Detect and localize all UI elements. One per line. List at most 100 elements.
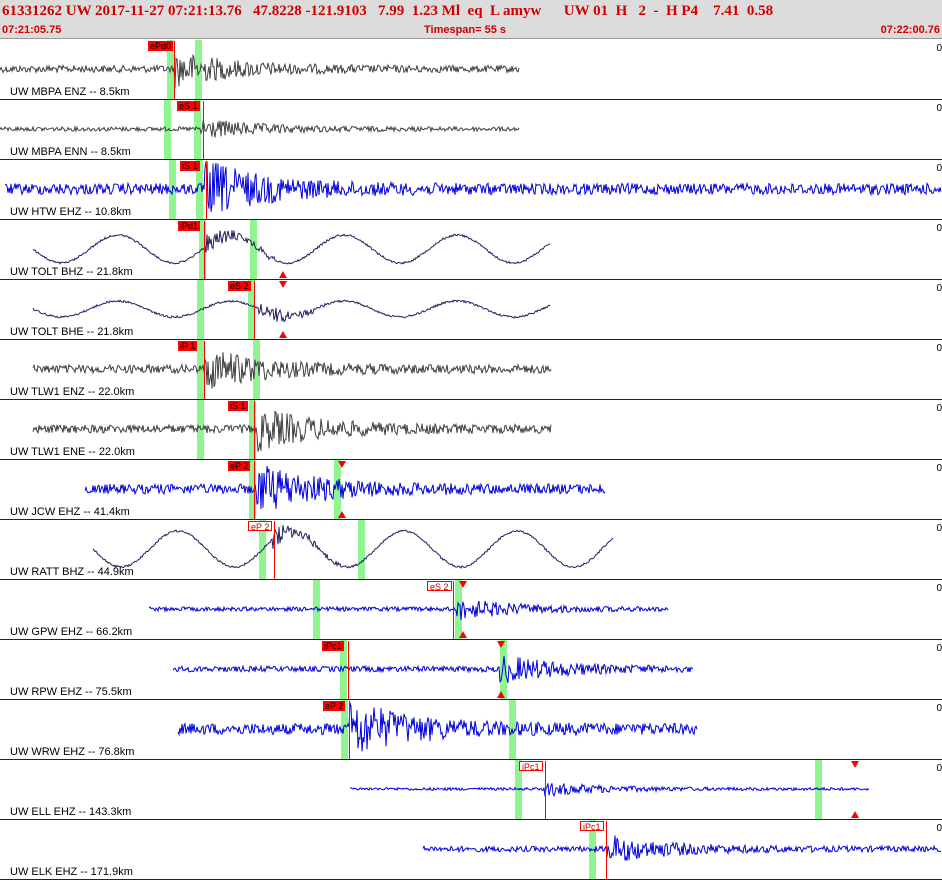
waveform-line	[92, 525, 614, 569]
trace-panel[interactable]: iS 1 UW TLW1 ENE -- 22.0km 0	[0, 400, 942, 460]
waveform-line	[84, 466, 606, 510]
waveform-line	[0, 54, 520, 88]
phase-pick-line	[348, 641, 349, 699]
channel-label: UW HTW EHZ -- 10.8km	[10, 206, 131, 218]
amp-marker-up-icon	[459, 631, 467, 638]
phase-pick-line	[254, 281, 255, 339]
phase-pick-label[interactable]: eS 2	[228, 281, 251, 291]
scale-tick-label: 0	[936, 523, 942, 534]
phase-pick-line	[545, 761, 546, 819]
channel-label: UW TOLT BHE -- 21.8km	[10, 326, 134, 338]
trace-panel[interactable]: eP 2 UW WRW EHZ -- 76.8km 0	[0, 700, 942, 760]
scale-tick-label: 0	[936, 643, 942, 654]
scale-tick-label: 0	[936, 403, 942, 414]
waveform-trace	[148, 600, 669, 620]
timespan: Timespan= 55 s	[424, 24, 507, 36]
phase-pick-label[interactable]: iPd1	[178, 221, 201, 231]
channel-label: UW JCW EHZ -- 41.4km	[10, 506, 130, 518]
scale-tick-label: 0	[936, 703, 942, 714]
phase-pick-line	[606, 821, 607, 879]
amp-marker-up-icon	[279, 331, 287, 338]
waveform-line	[422, 835, 942, 861]
phase-pick-label[interactable]: iPc1	[519, 761, 543, 772]
channel-label: UW ELL EHZ -- 143.3km	[10, 806, 132, 818]
amp-marker-up-icon	[497, 691, 505, 698]
phase-pick-label[interactable]: eP 2	[228, 461, 251, 471]
amp-marker-down-icon	[459, 581, 467, 588]
trace-panel[interactable]: iPc1 UW RPW EHZ -- 75.5km 0	[0, 640, 942, 700]
event-summary: 61331262 UW 2017-11-27 07:21:13.76 47.82…	[2, 3, 774, 19]
scale-tick-label: 0	[936, 163, 942, 174]
waveform-trace	[0, 120, 520, 138]
phase-pick-label[interactable]: eP 2	[323, 701, 346, 711]
phase-pick-label[interactable]: iPc1	[322, 641, 344, 651]
scale-tick-label: 0	[936, 283, 942, 294]
amp-marker-up-icon	[338, 511, 346, 518]
phase-pick-label[interactable]: iS 1	[228, 401, 248, 411]
waveform-trace	[177, 702, 698, 752]
scale-tick-label: 0	[936, 823, 942, 834]
amp-marker-up-icon	[851, 811, 859, 818]
scale-tick-label: 0	[936, 763, 942, 774]
amp-marker-down-icon	[279, 281, 287, 288]
channel-label: UW RPW EHZ -- 75.5km	[10, 686, 132, 698]
waveform-trace	[4, 161, 942, 212]
trace-panel[interactable]: eS 1 UW MBPA ENN -- 8.5km 0	[0, 100, 942, 160]
waveform-trace	[32, 352, 552, 389]
waveform-line	[0, 120, 520, 138]
phase-pick-line	[174, 41, 175, 99]
channel-label: UW TLW1 ENZ -- 22.0km	[10, 386, 135, 398]
amp-marker-up-icon	[279, 271, 287, 278]
phase-pick-label[interactable]: iP 1	[178, 341, 198, 351]
waveform-line	[32, 230, 551, 265]
trace-panel[interactable]: iPc1 UW ELK EHZ -- 171.9km 0	[0, 820, 942, 880]
phase-pick-label[interactable]: eP 2	[248, 521, 273, 532]
waveform-trace	[32, 230, 551, 265]
event-header: 61331262 UW 2017-11-27 07:21:13.76 47.82…	[0, 0, 942, 39]
trace-panel[interactable]: iP 1 UW TLW1 ENZ -- 22.0km 0	[0, 340, 942, 400]
waveform-trace	[32, 410, 552, 452]
phase-pick-label[interactable]: ePd0	[148, 41, 174, 51]
channel-label: UW GPW EHZ -- 66.2km	[10, 626, 133, 638]
waveform-trace	[349, 782, 870, 798]
waveform-line	[177, 702, 698, 752]
waveform-line	[172, 656, 694, 684]
waveform-line	[148, 600, 669, 620]
trace-panel[interactable]: iPd1 UW TOLT BHZ -- 21.8km 0	[0, 220, 942, 280]
waveform-trace	[0, 54, 520, 88]
channel-label: UW RATT BHZ -- 44.9km	[10, 566, 134, 578]
trace-panel[interactable]: eP 2 UW JCW EHZ -- 41.4km 0	[0, 460, 942, 520]
trace-panel[interactable]: ePd0 UW MBPA ENZ -- 8.5km 0	[0, 40, 942, 100]
channel-label: UW ELK EHZ -- 171.9km	[10, 866, 133, 878]
phase-pick-line	[206, 161, 207, 219]
waveform-line	[32, 352, 552, 389]
phase-pick-line	[204, 341, 205, 399]
amp-marker-down-icon	[338, 461, 346, 468]
waveform-line	[32, 299, 551, 323]
trace-panel[interactable]: iPc1 UW ELL EHZ -- 143.3km 0	[0, 760, 942, 820]
phase-pick-line	[349, 701, 350, 759]
scale-tick-label: 0	[936, 223, 942, 234]
amp-marker-down-icon	[497, 641, 505, 648]
channel-label: UW WRW EHZ -- 76.8km	[10, 746, 135, 758]
phase-pick-label[interactable]: iPc1	[580, 821, 604, 832]
phase-pick-line	[254, 461, 255, 519]
phase-pick-line	[453, 581, 454, 639]
phase-pick-label[interactable]: eS 1	[177, 101, 200, 111]
phase-pick-line	[254, 401, 255, 459]
trace-panel[interactable]: eS 2 UW GPW EHZ -- 66.2km 0	[0, 580, 942, 640]
phase-pick-line	[274, 521, 275, 579]
phase-pick-label[interactable]: eS 2	[427, 581, 452, 592]
channel-label: UW TOLT BHZ -- 21.8km	[10, 266, 133, 278]
trace-panel[interactable]: eP 2 UW RATT BHZ -- 44.9km 0	[0, 520, 942, 580]
waveform-trace	[32, 299, 551, 323]
phase-pick-line	[203, 101, 204, 159]
channel-label: UW TLW1 ENE -- 22.0km	[10, 446, 135, 458]
waveform-trace	[84, 466, 606, 510]
end-time: 07:22:00.76	[880, 24, 940, 36]
channel-label: UW MBPA ENN -- 8.5km	[10, 146, 131, 158]
trace-panel[interactable]: eS 2 UW TOLT BHE -- 21.8km 0	[0, 280, 942, 340]
trace-panel[interactable]: iS 1 UW HTW EHZ -- 10.8km 0	[0, 160, 942, 220]
channel-label: UW MBPA ENZ -- 8.5km	[10, 86, 130, 98]
phase-pick-label[interactable]: iS 1	[180, 161, 200, 171]
